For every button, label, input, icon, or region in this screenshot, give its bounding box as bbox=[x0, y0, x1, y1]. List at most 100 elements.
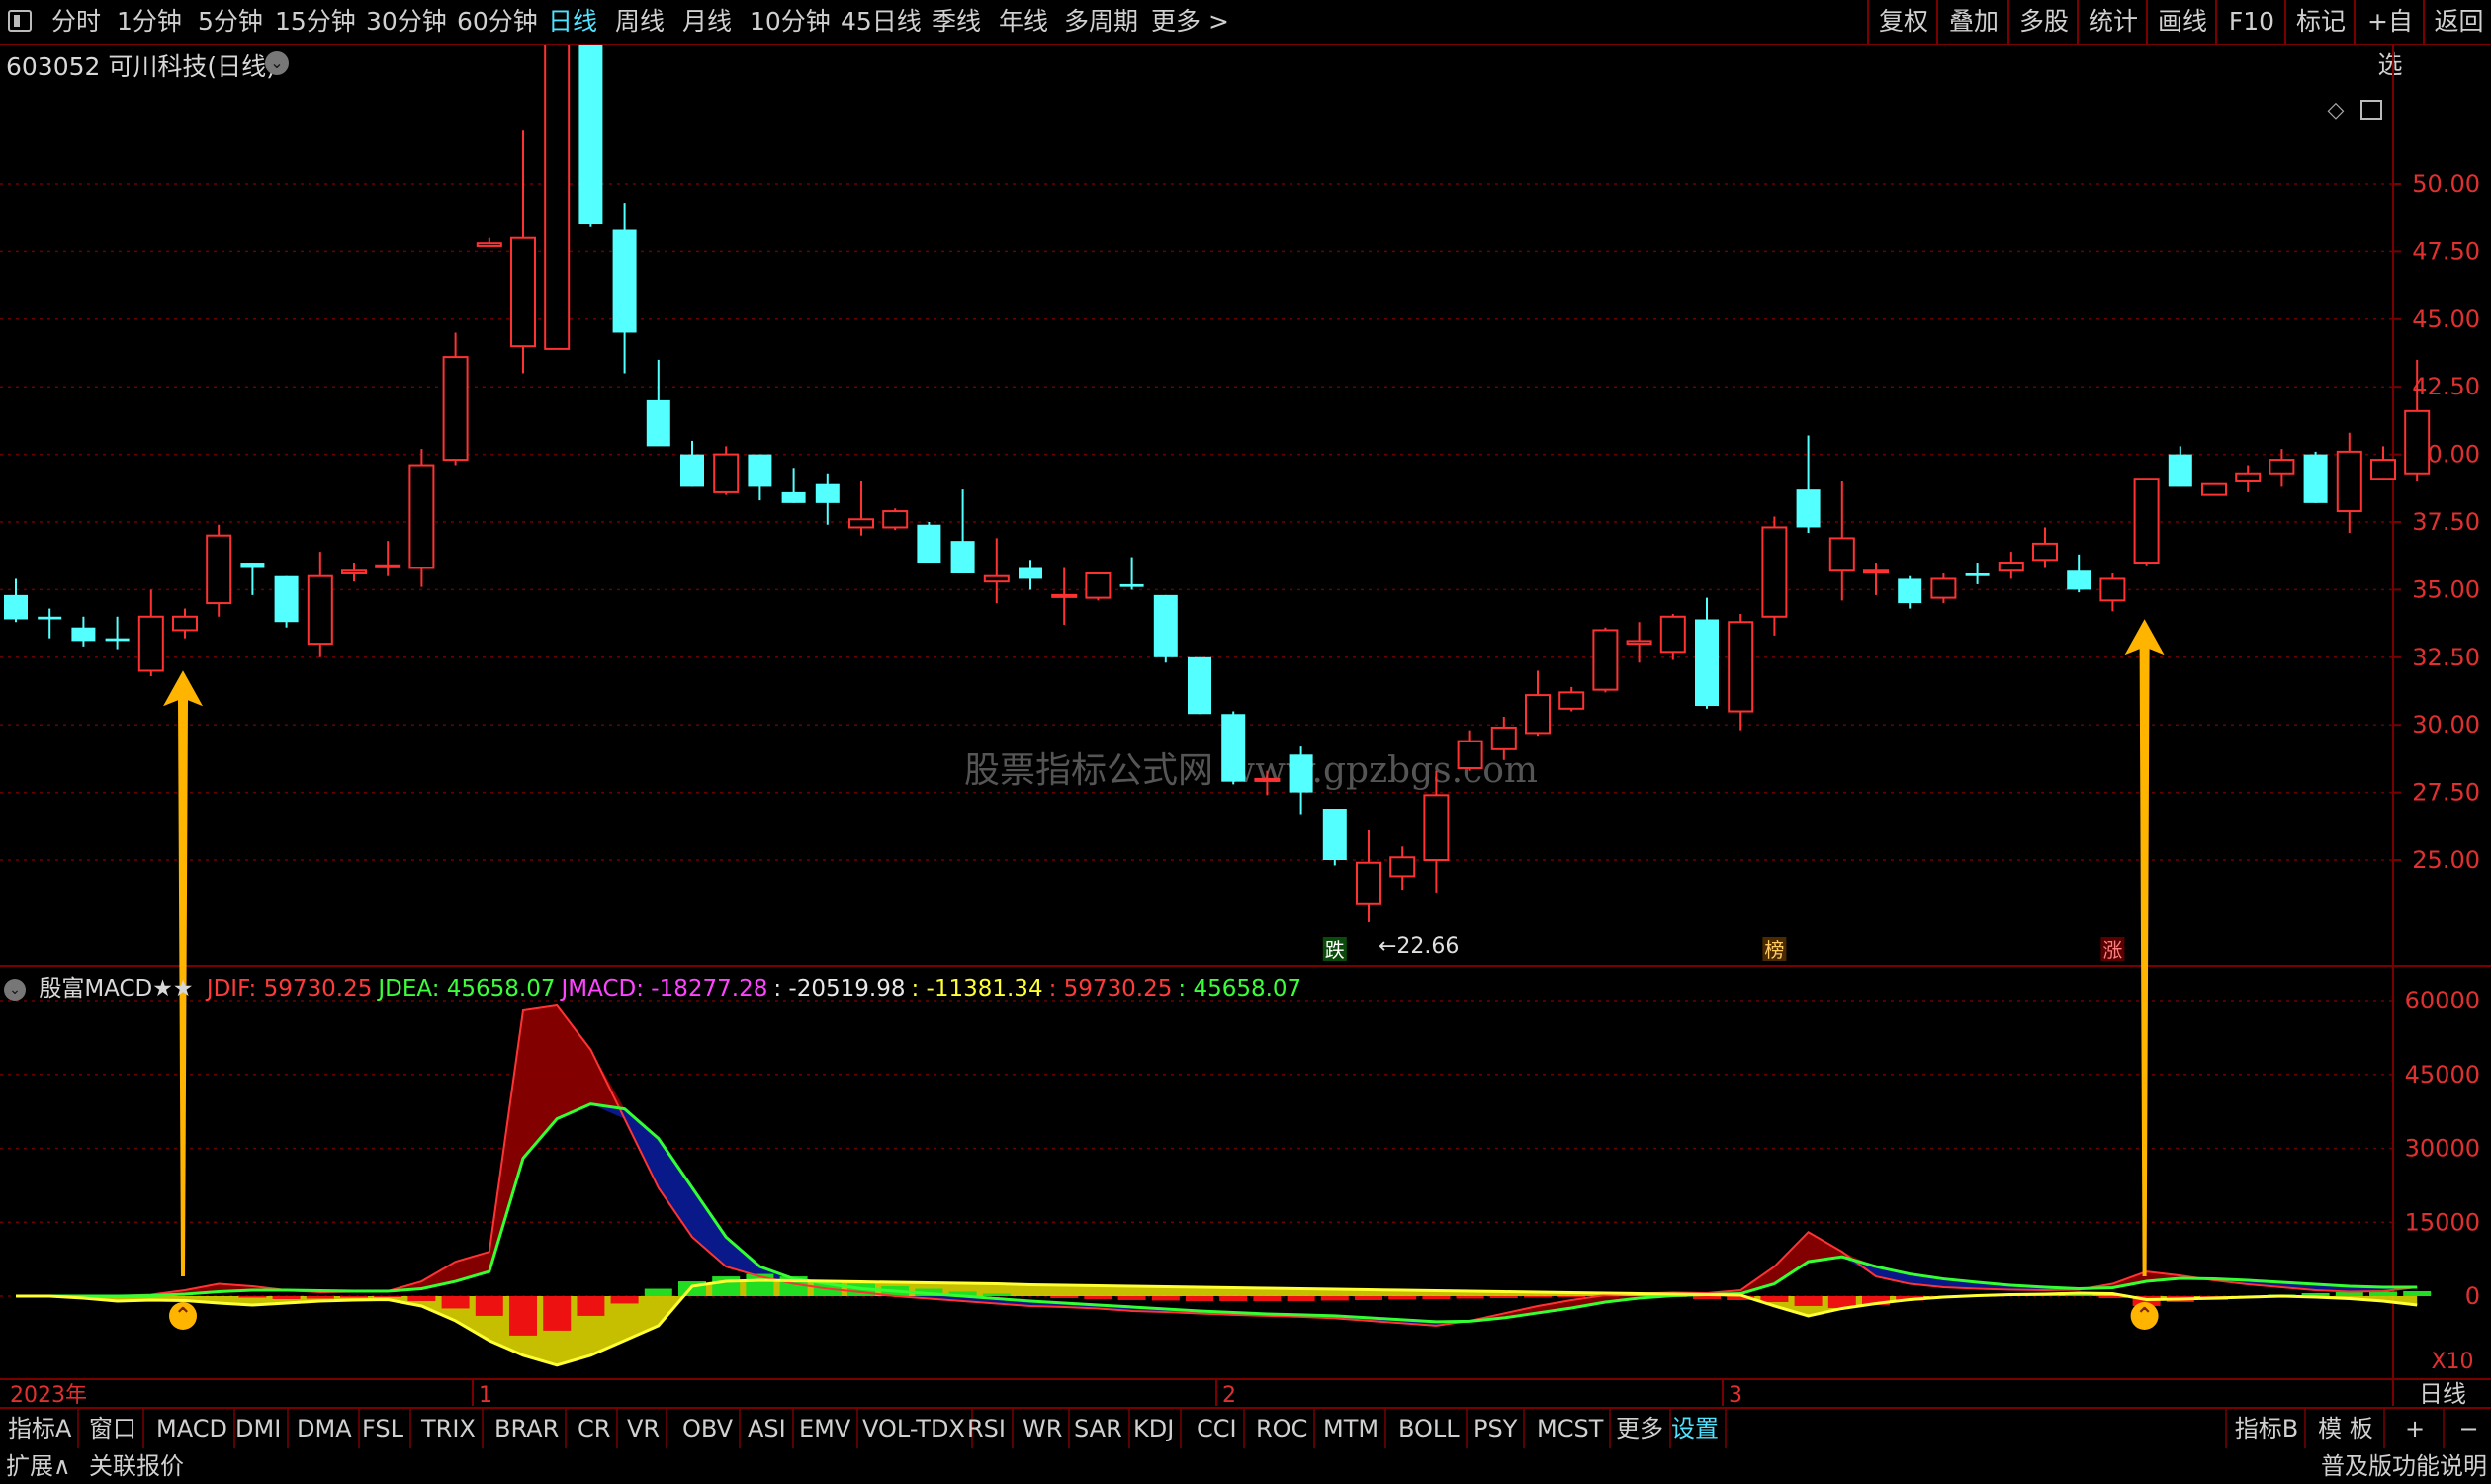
candle-body bbox=[1119, 583, 1144, 587]
indicator-tab-8[interactable]: CR bbox=[572, 1409, 619, 1448]
macd-hist-bar bbox=[982, 1293, 1011, 1296]
indicator-tab-6[interactable]: TRIX bbox=[415, 1409, 484, 1448]
indicator-tab-20[interactable]: MTM bbox=[1317, 1409, 1387, 1448]
indicator-right-button-3[interactable]: − bbox=[2443, 1409, 2491, 1448]
candle-body bbox=[105, 638, 130, 642]
candle-body bbox=[1930, 577, 1957, 599]
macd-hist-bar bbox=[306, 1296, 334, 1299]
macd-hist-bar bbox=[1117, 1296, 1146, 1300]
indicator-tab-16[interactable]: SAR bbox=[1068, 1409, 1130, 1448]
macd-axis-label: 45000 bbox=[2405, 1061, 2480, 1089]
window-toggle-icon[interactable] bbox=[8, 10, 32, 32]
toolbar-button-4[interactable]: 画线 bbox=[2146, 0, 2217, 44]
macd-hist-bar bbox=[340, 1296, 368, 1298]
candle-body bbox=[612, 229, 637, 333]
indicator-tab-15[interactable]: WR bbox=[1017, 1409, 1071, 1448]
period-2[interactable]: 5分钟 bbox=[198, 0, 263, 44]
toolbar-button-3[interactable]: 统计 bbox=[2077, 0, 2148, 44]
indicator-right-button-1[interactable]: 模 板 bbox=[2304, 1409, 2385, 1448]
indicator-tab-22[interactable]: PSY bbox=[1468, 1409, 1526, 1448]
marker-zhang: 涨 bbox=[2102, 938, 2122, 962]
macd-hist-bar bbox=[2369, 1291, 2397, 1296]
candle-body bbox=[578, 45, 603, 225]
macd-axis-label: 15000 bbox=[2405, 1208, 2480, 1236]
related-quote-button[interactable]: 关联报价 bbox=[89, 1448, 184, 1484]
indicator-tab-19[interactable]: ROC bbox=[1250, 1409, 1316, 1448]
indicator-value-6: : 45658.07 bbox=[1178, 976, 1302, 1002]
marker-bang: 榜 bbox=[1764, 938, 1784, 962]
candle-body bbox=[2168, 454, 2192, 487]
period-11[interactable]: 季线 bbox=[932, 0, 981, 44]
indicator-tab-23[interactable]: MCST bbox=[1531, 1409, 1612, 1448]
candle-body bbox=[1457, 740, 1483, 769]
indicator-tab-24[interactable]: 更多 bbox=[1610, 1409, 1671, 1448]
toolbar-button-7[interactable]: +自选 bbox=[2354, 0, 2425, 79]
period-1[interactable]: 1分钟 bbox=[117, 0, 182, 44]
indicator-tab-18[interactable]: CCI bbox=[1191, 1409, 1245, 1448]
indicator-tab-11[interactable]: ASI bbox=[742, 1409, 794, 1448]
period-13[interactable]: 多周期 bbox=[1064, 0, 1138, 44]
period-3[interactable]: 15分钟 bbox=[275, 0, 356, 44]
candle-body bbox=[476, 242, 502, 247]
period-14[interactable]: 更多 > bbox=[1151, 0, 1229, 44]
indicator-tab-5[interactable]: FSL bbox=[356, 1409, 411, 1448]
macd-hist-bar bbox=[1557, 1296, 1586, 1297]
indicator-name[interactable]: 殷富MACD★★ bbox=[39, 976, 193, 1002]
toolbar-button-5[interactable]: F10 bbox=[2215, 0, 2286, 44]
toolbar-button-8[interactable]: 返回 bbox=[2423, 0, 2491, 44]
period-4[interactable]: 30分钟 bbox=[366, 0, 447, 44]
indicator-right-button-2[interactable]: + bbox=[2383, 1409, 2445, 1448]
toolbar-button-2[interactable]: 多股 bbox=[2007, 0, 2079, 44]
candle-body bbox=[240, 563, 265, 568]
price-label: 35.00 bbox=[2412, 575, 2480, 603]
indicator-tab-17[interactable]: KDJ bbox=[1127, 1409, 1183, 1448]
expand-button[interactable]: 扩展∧ bbox=[6, 1448, 71, 1484]
period-toolbar: 分时 1分钟 5分钟 15分钟 30分钟 60分钟 日线 周线 月线 10分钟 45日线 季线 年线 多周… bbox=[0, 0, 2491, 79]
indicator-menu-chevron-icon[interactable]: ⌄ bbox=[4, 978, 26, 1001]
price-label: 27.50 bbox=[2412, 779, 2480, 807]
indicator-tab-21[interactable]: BOLL bbox=[1392, 1409, 1468, 1448]
toolbar-button-6[interactable]: 标记 bbox=[2284, 0, 2356, 44]
indicator-tab-12[interactable]: EMV bbox=[793, 1409, 859, 1448]
macd-hist-bar bbox=[1287, 1296, 1315, 1301]
marker-die: 跌 bbox=[1325, 938, 1345, 962]
candle-body bbox=[2336, 450, 2362, 513]
period-7[interactable]: 周线 bbox=[615, 0, 665, 44]
macd-hist-bar bbox=[1355, 1296, 1382, 1300]
period-9[interactable]: 10分钟 bbox=[750, 0, 831, 44]
indicator-tab-14[interactable]: RSI bbox=[961, 1409, 1014, 1448]
period-0[interactable]: 分时 bbox=[51, 0, 101, 44]
period-6[interactable]: 日线 bbox=[548, 0, 597, 44]
toolbar-button-1[interactable]: 叠加 bbox=[1936, 0, 2009, 44]
period-5[interactable]: 60分钟 bbox=[457, 0, 538, 44]
chart-canvas[interactable]: 50.0047.5045.0042.5040.0037.5035.0032.50… bbox=[0, 45, 2491, 1406]
edition-info-link[interactable]: 普及版功能说明 bbox=[2321, 1448, 2487, 1484]
indicator-tab-7[interactable]: BRAR bbox=[489, 1409, 568, 1448]
indicator-tab-9[interactable]: VR bbox=[621, 1409, 668, 1448]
indicator-tab-2[interactable]: MACD bbox=[150, 1409, 235, 1448]
candle-body bbox=[1423, 794, 1450, 861]
indicator-tab-10[interactable]: OBV bbox=[676, 1409, 742, 1448]
toolbar-button-0[interactable]: 复权 bbox=[1867, 0, 1938, 44]
stock-menu-chevron-icon[interactable]: ⌄ bbox=[265, 51, 289, 75]
indicator-tab-4[interactable]: DMA bbox=[291, 1409, 360, 1448]
indicator-tab-13[interactable]: VOL-TDX bbox=[856, 1409, 973, 1448]
low-price-annotation: ←22.66 bbox=[1379, 934, 1459, 959]
indicator-tab-1[interactable]: 窗口 bbox=[83, 1409, 144, 1448]
macd-hist-bar bbox=[1693, 1296, 1721, 1299]
candle-body bbox=[137, 615, 164, 672]
period-10[interactable]: 45日线 bbox=[841, 0, 922, 44]
macd-hist-bar bbox=[1320, 1296, 1349, 1301]
macd-hist-bar bbox=[610, 1296, 639, 1304]
period-8[interactable]: 月线 bbox=[682, 0, 732, 44]
indicator-tab-0[interactable]: 指标A bbox=[2, 1409, 80, 1448]
indicator-right-button-0[interactable]: 指标B bbox=[2225, 1409, 2306, 1448]
macd-hist-bar bbox=[644, 1288, 672, 1296]
candle-body bbox=[1019, 567, 1042, 579]
indicator-tab-3[interactable]: DMI bbox=[229, 1409, 290, 1448]
period-12[interactable]: 年线 bbox=[999, 0, 1048, 44]
indicator-tab-25[interactable]: 设置 bbox=[1665, 1409, 1727, 1448]
candle-body bbox=[1289, 754, 1313, 793]
macd-hist-bar bbox=[441, 1296, 470, 1309]
macd-hist-bar bbox=[272, 1296, 301, 1299]
